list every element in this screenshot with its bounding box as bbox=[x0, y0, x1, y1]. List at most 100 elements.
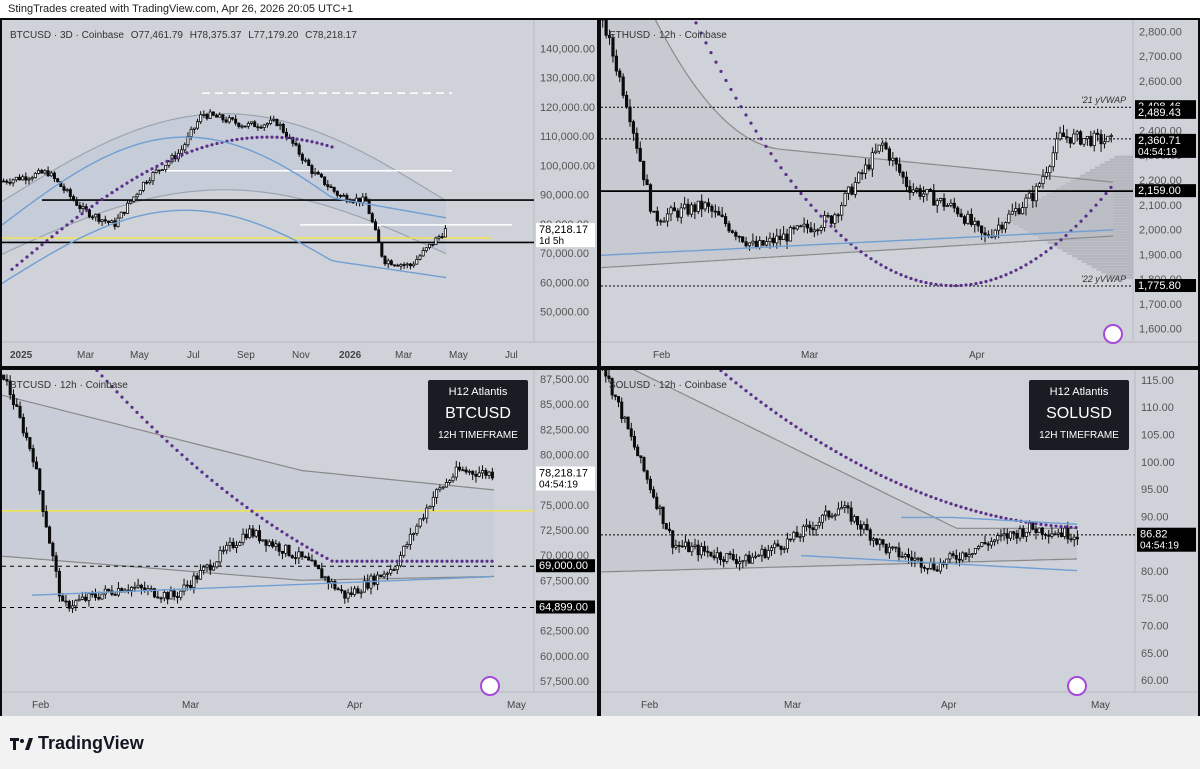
candle-body bbox=[1047, 534, 1051, 537]
candle-body bbox=[801, 525, 805, 538]
candle-body bbox=[1055, 138, 1059, 154]
price-tag-value: 69,000.00 bbox=[539, 560, 588, 572]
volume-profile-bar bbox=[1085, 171, 1133, 175]
candle-body bbox=[928, 188, 932, 191]
chart-panel-btcusd-3d[interactable]: 140,000.00 130,000.00 120,000.00 110,000.00… bbox=[2, 20, 597, 366]
candle-body bbox=[792, 531, 796, 540]
candle-body bbox=[425, 507, 429, 519]
vwap-dot bbox=[774, 411, 778, 415]
vwap-dot bbox=[829, 224, 833, 228]
vwap-dot bbox=[994, 276, 998, 281]
candle-body bbox=[1050, 533, 1054, 537]
candle-body bbox=[343, 590, 347, 599]
candle-body bbox=[103, 219, 107, 222]
vwap-dot bbox=[924, 493, 928, 497]
vwap-dot bbox=[789, 179, 793, 183]
candle-body bbox=[376, 574, 380, 585]
badge-line1: H12 Atlantis bbox=[1049, 386, 1109, 398]
candle-body bbox=[689, 204, 694, 215]
candle-body bbox=[867, 164, 871, 170]
candle-body bbox=[307, 556, 311, 561]
vwap-dot bbox=[974, 509, 978, 513]
candle-body bbox=[21, 416, 25, 434]
candle-body bbox=[1018, 528, 1022, 539]
candle-body bbox=[251, 528, 255, 537]
candle-body bbox=[205, 114, 209, 119]
vwap-dot bbox=[75, 215, 79, 220]
vwap-dot bbox=[694, 21, 698, 25]
candle-body bbox=[138, 190, 142, 195]
candle-body bbox=[1051, 152, 1055, 168]
candle-body bbox=[906, 554, 911, 558]
candle-body bbox=[1102, 141, 1107, 145]
candle-body bbox=[976, 220, 980, 227]
vwap-dot bbox=[265, 520, 269, 524]
candle-body bbox=[57, 570, 61, 597]
candle-body bbox=[183, 144, 187, 151]
chart-svg-btc-3d[interactable]: 140,000.00 130,000.00 120,000.00 110,000.00… bbox=[2, 20, 597, 366]
candle-body bbox=[277, 543, 281, 552]
candle-body bbox=[370, 213, 374, 223]
chart-panel-solusd-12h[interactable]: 115.00110.00105.00100.0095.0090.0085.008… bbox=[601, 370, 1198, 716]
chart-svg-eth-12h[interactable]: 2,800.002,700.002,600.002,500.002,400.00… bbox=[601, 20, 1198, 366]
candle-body bbox=[326, 184, 330, 187]
vwap-dot bbox=[889, 478, 893, 482]
vwap-dot bbox=[884, 265, 888, 270]
candle-body bbox=[269, 119, 273, 124]
candle-body bbox=[696, 200, 700, 212]
candle-body bbox=[487, 471, 491, 476]
candle-body bbox=[658, 506, 662, 509]
vwap-dot bbox=[924, 281, 928, 285]
candle-body bbox=[776, 543, 780, 547]
candle-body bbox=[250, 121, 254, 124]
candle-body bbox=[676, 210, 680, 218]
candle-body bbox=[141, 181, 145, 191]
candle-body bbox=[671, 530, 675, 548]
candle-body bbox=[754, 240, 758, 248]
candle-body bbox=[703, 202, 707, 210]
vwap-dot bbox=[1074, 224, 1078, 228]
vwap-dot bbox=[1099, 197, 1103, 202]
candle-body bbox=[389, 569, 393, 574]
candle-body bbox=[326, 576, 330, 584]
candle-body bbox=[744, 241, 748, 247]
candle-body bbox=[993, 539, 997, 542]
vwap-dot bbox=[80, 212, 84, 216]
candle-body bbox=[61, 595, 65, 602]
candle-body bbox=[74, 600, 78, 607]
candle-body bbox=[477, 472, 481, 477]
candle-body bbox=[231, 541, 235, 549]
candle-body bbox=[97, 597, 101, 600]
candle-body bbox=[5, 180, 9, 183]
candle-body bbox=[243, 125, 247, 128]
candle-body bbox=[198, 569, 202, 580]
candle-body bbox=[367, 200, 371, 215]
vwap-dot bbox=[784, 172, 788, 177]
candle-body bbox=[824, 510, 828, 516]
candle-body bbox=[699, 546, 703, 556]
vwap-dot bbox=[410, 559, 414, 563]
price-axis-label: 2,000.00 bbox=[1139, 225, 1182, 237]
candle-body bbox=[94, 214, 98, 218]
candle-body bbox=[816, 229, 820, 232]
price-axis-label: 60,000.00 bbox=[540, 277, 589, 289]
candle-body bbox=[1106, 135, 1110, 143]
candle-body bbox=[693, 544, 697, 547]
candle-body bbox=[246, 122, 250, 127]
price-axis-label: 1,700.00 bbox=[1139, 299, 1182, 311]
vwap-dot bbox=[275, 526, 279, 531]
level-note: '21 yVWAP bbox=[1081, 95, 1126, 105]
vwap-dot bbox=[914, 489, 918, 493]
candle-body bbox=[119, 211, 123, 219]
candle-body bbox=[434, 237, 438, 246]
vwap-dot bbox=[260, 516, 264, 520]
chart-panel-btcusd-12h[interactable]: 87,500.0085,000.0082,500.0080,000.0077,5… bbox=[2, 370, 597, 716]
candle-body bbox=[264, 539, 268, 546]
candle-body bbox=[929, 562, 933, 569]
candle-body bbox=[665, 213, 670, 222]
vwap-dot bbox=[95, 201, 99, 205]
candle-body bbox=[182, 584, 186, 592]
candle-body bbox=[431, 243, 435, 246]
candle-body bbox=[5, 379, 9, 382]
chart-panel-ethusd-12h[interactable]: 2,800.002,700.002,600.002,500.002,400.00… bbox=[601, 20, 1198, 366]
